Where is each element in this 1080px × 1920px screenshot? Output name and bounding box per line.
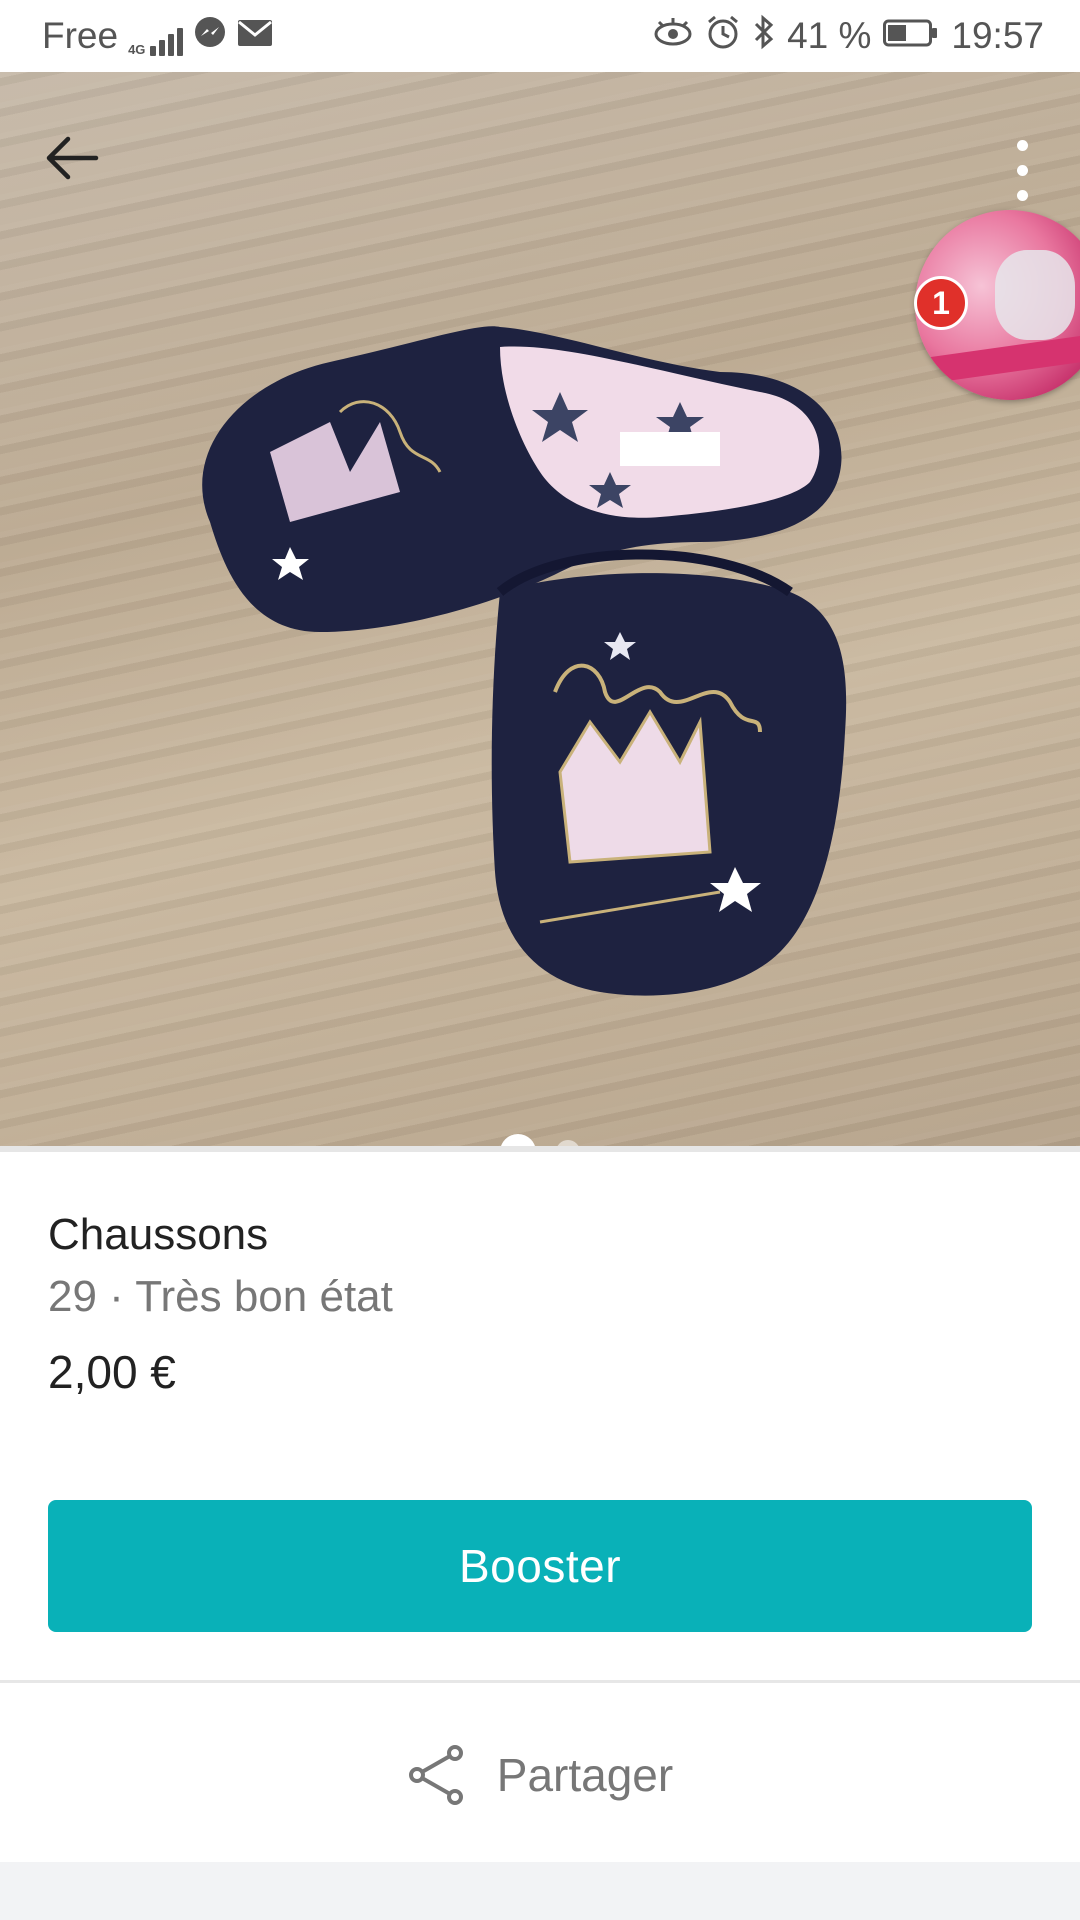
signal-icon: 4G <box>128 16 184 57</box>
share-button[interactable]: Partager <box>0 1720 1080 1830</box>
more-options-button[interactable] <box>994 122 1050 218</box>
section-divider <box>0 1680 1080 1683</box>
bluetooth-icon <box>753 14 775 59</box>
battery-icon <box>883 15 939 57</box>
arrow-left-icon <box>46 136 99 180</box>
eye-icon <box>653 15 693 57</box>
share-label: Partager <box>496 1749 674 1801</box>
messenger-icon <box>193 15 227 58</box>
bottom-band <box>0 1862 1080 1920</box>
clock: 19:57 <box>951 15 1044 56</box>
share-icon <box>408 1745 463 1805</box>
alarm-icon <box>705 14 741 59</box>
photo-divider <box>0 1146 1080 1152</box>
mail-icon <box>237 15 273 57</box>
item-title: Chaussons <box>48 1210 269 1259</box>
network-label: 4G <box>128 42 146 57</box>
item-price: 2,00 € <box>48 1346 176 1398</box>
status-bar: Free 4G 41 % 19:57 <box>0 0 1080 72</box>
more-vertical-icon <box>1016 139 1028 151</box>
status-left: Free 4G <box>42 0 273 72</box>
product-photo[interactable] <box>0 72 1080 1152</box>
slippers-image <box>202 326 847 996</box>
back-button[interactable] <box>36 122 108 194</box>
battery-percent: 41 % <box>787 15 872 56</box>
carrier-label: Free <box>42 15 119 56</box>
notification-badge: 1 <box>914 276 968 330</box>
booster-button[interactable]: Booster <box>48 1500 1032 1632</box>
status-right: 41 % 19:57 <box>653 0 1044 72</box>
item-meta: 29 · Très bon état <box>48 1272 393 1321</box>
